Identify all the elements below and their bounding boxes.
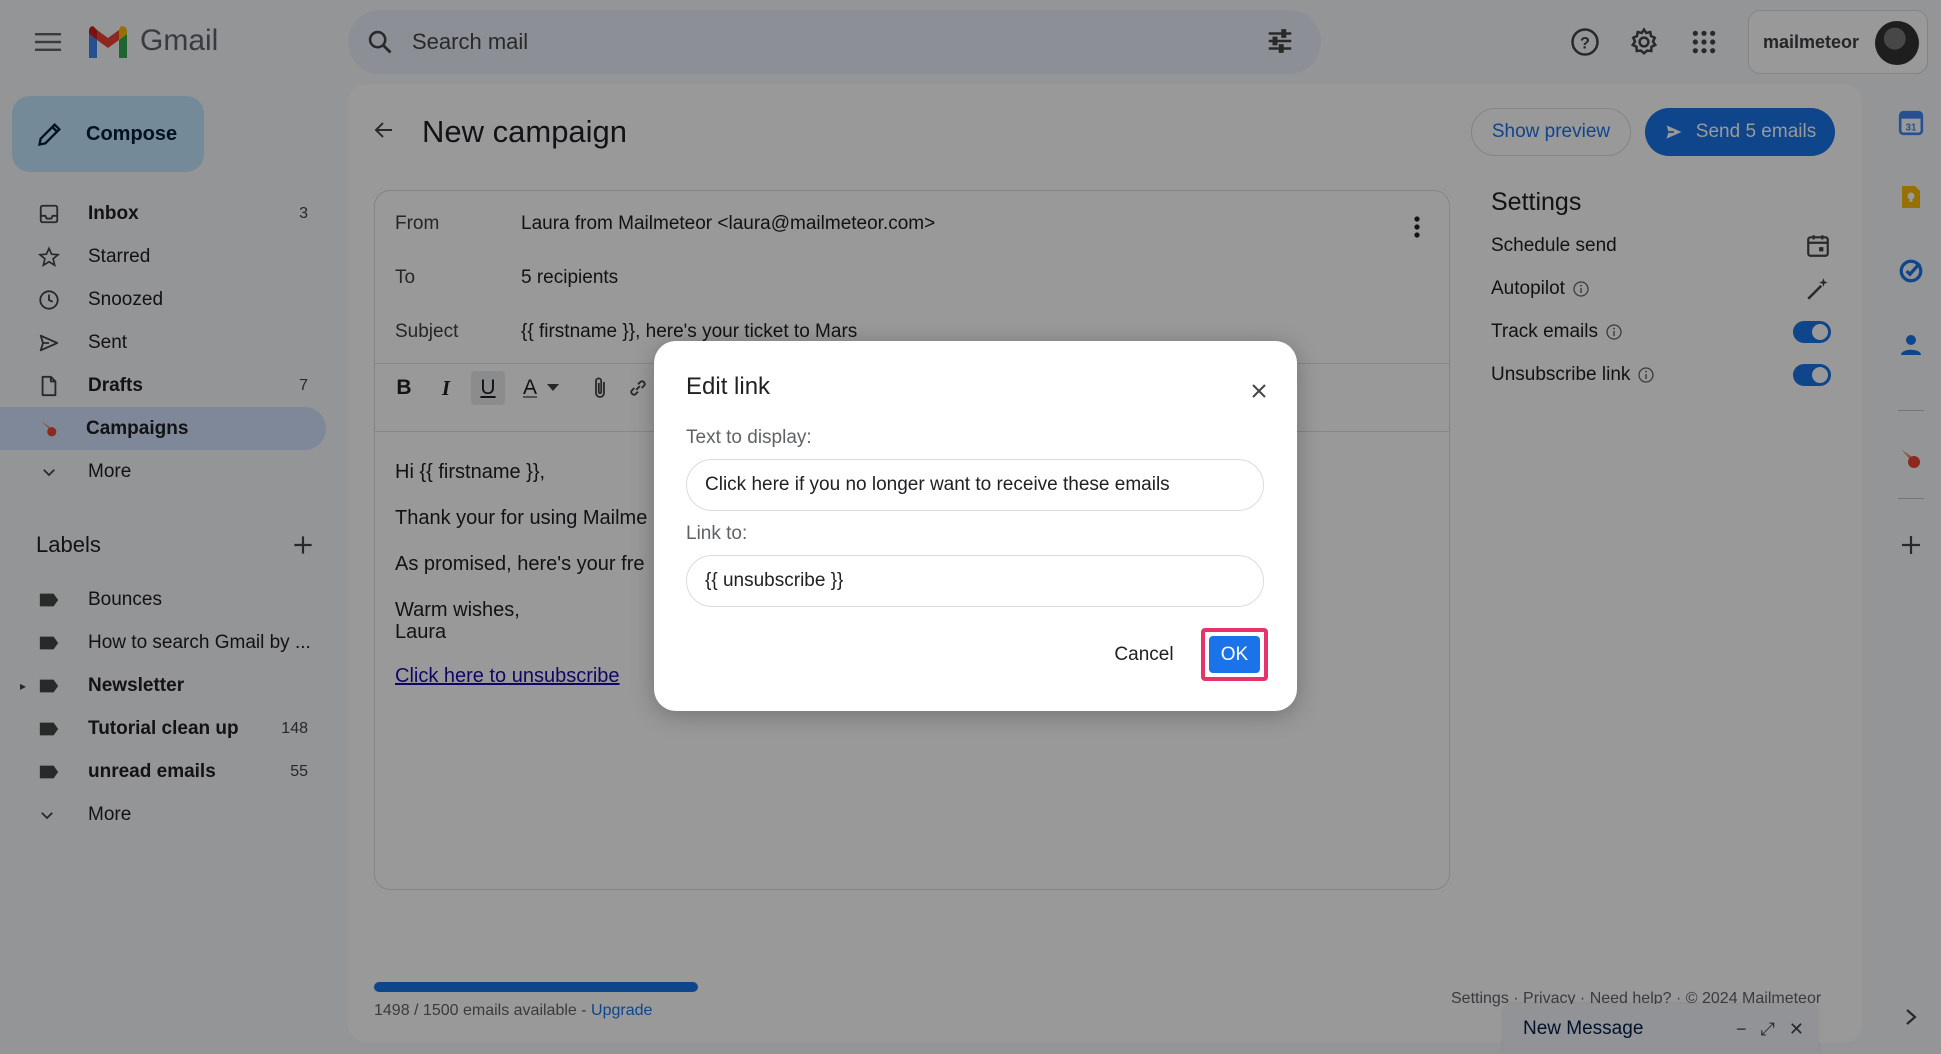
text-to-display-label: Text to display: — [686, 427, 812, 448]
link-to-input[interactable] — [686, 555, 1264, 607]
cancel-button[interactable]: Cancel — [1104, 637, 1184, 673]
close-icon[interactable] — [1245, 377, 1273, 405]
ok-button[interactable]: OK — [1209, 636, 1260, 673]
text-to-display-input[interactable] — [686, 459, 1264, 511]
edit-link-dialog: Edit link Text to display: Link to: Canc… — [654, 341, 1297, 711]
dialog-title: Edit link — [686, 373, 771, 400]
link-to-label: Link to: — [686, 523, 748, 544]
